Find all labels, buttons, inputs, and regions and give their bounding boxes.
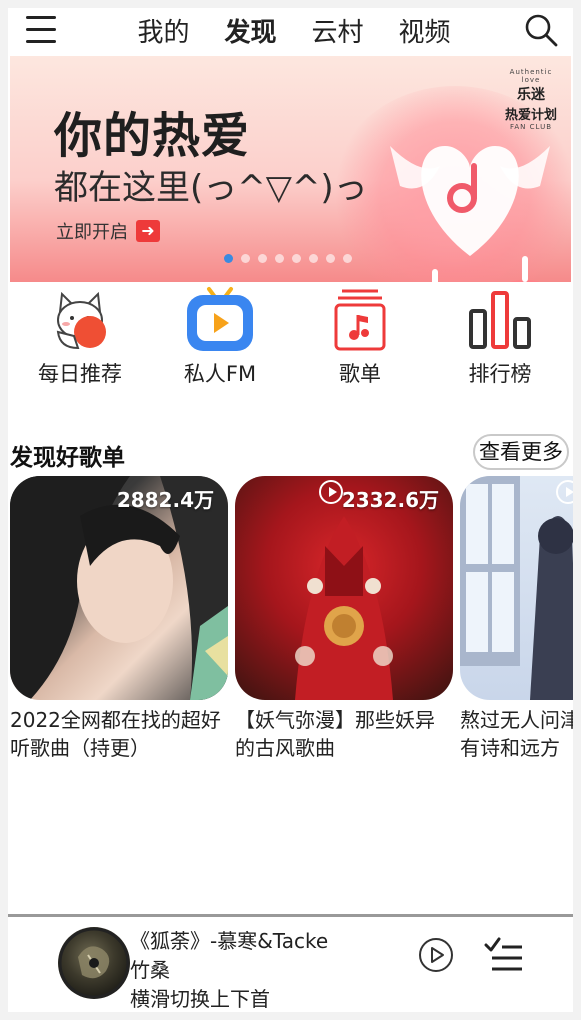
playlist-queue-icon[interactable] (484, 935, 524, 973)
shortcut-row: 每日推荐 私人FM 歌单 排行榜 (8, 284, 573, 394)
song-title: 《狐荼》-慕寒&Tacke竹桑 (130, 929, 329, 982)
pagination-dot[interactable] (343, 254, 352, 263)
shortcut-label: 私人FM (183, 362, 257, 386)
cover-art (460, 476, 573, 700)
logo-line1: 乐迷 (517, 87, 545, 103)
playlist-card[interactable]: 熬过无人问津的日子才有诗和远方 (460, 476, 573, 762)
top-bar: 我的 发现 云村 视频 (8, 8, 573, 56)
fan-club-logo: Authentic love 乐迷 热爱计划 FAN CLUB (503, 68, 559, 131)
promo-banner[interactable]: 你的热爱 都在这里(っ^▽^)っ 立即开启 ➜ Authentic love 乐… (10, 56, 571, 282)
arrow-right-icon: ➜ (136, 220, 160, 242)
app-screen: 我的 发现 云村 视频 你的热爱 都在这里(っ^▽^)っ 立即开启 ➜ Auth… (8, 8, 573, 1012)
playlist-card[interactable]: 2882.4万 2022全网都在找的超好听歌曲（持更） (10, 476, 228, 762)
shortcut-rank[interactable]: 排行榜 (430, 284, 570, 388)
shortcut-daily[interactable]: 每日推荐 (10, 284, 150, 388)
banner-cta-label: 立即开启 (56, 222, 128, 243)
pagination-dot[interactable] (292, 254, 301, 263)
shortcut-fm[interactable]: 私人FM (150, 284, 290, 388)
search-icon[interactable] (523, 12, 559, 48)
song-info: 《狐荼》-慕寒&Tacke竹桑 横滑切换上下首 (130, 927, 330, 1012)
banner-subtitle: 都在这里(っ^▽^)っ (54, 168, 368, 208)
tab-village[interactable]: 云村 (294, 16, 381, 50)
playlist-carousel[interactable]: 2882.4万 2022全网都在找的超好听歌曲（持更） 2332.6万 【妖气弥… (10, 476, 573, 776)
playlist-title: 【妖气弥漫】那些妖异的古风歌曲 (235, 708, 435, 760)
play-icon (556, 480, 573, 504)
top-tabs: 我的 发现 云村 视频 (120, 16, 468, 50)
playlist-title: 2022全网都在找的超好听歌曲（持更） (10, 708, 221, 760)
shortcut-playlist[interactable]: 歌单 (290, 284, 430, 388)
play-icon (319, 480, 343, 504)
playlist-cover[interactable]: 2332.6万 (235, 476, 453, 700)
play-count: 2882.4万 (116, 488, 214, 512)
shortcut-label: 排行榜 (468, 362, 532, 386)
logo-line2: 热爱计划 (504, 108, 557, 123)
tab-video[interactable]: 视频 (381, 16, 468, 50)
play-circle-icon[interactable] (418, 937, 454, 973)
pagination-dot[interactable] (258, 254, 267, 263)
album-disc[interactable] (58, 927, 130, 999)
logo-line3: FAN CLUB (510, 123, 552, 131)
logo-script: Authentic love (509, 68, 553, 84)
pagination-dot[interactable] (275, 254, 284, 263)
playlist-music-icon (290, 284, 430, 356)
banner-title: 你的热爱 (54, 108, 251, 164)
tab-mine[interactable]: 我的 (120, 16, 207, 50)
playlist-cover[interactable]: 2882.4万 (10, 476, 228, 700)
shortcut-label: 歌单 (339, 362, 381, 386)
playlist-cover[interactable] (460, 476, 573, 700)
view-more-button[interactable]: 查看更多 (473, 434, 569, 470)
playlist-card[interactable]: 2332.6万 【妖气弥漫】那些妖异的古风歌曲 (235, 476, 453, 762)
pagination-dot[interactable] (309, 254, 318, 263)
play-count: 2332.6万 (341, 488, 439, 512)
shortcut-label: 每日推荐 (38, 362, 122, 386)
swipe-hint: 横滑切换上下首 (130, 987, 270, 1011)
playlist-title: 熬过无人问津的日子才有诗和远方 (460, 708, 573, 760)
tab-discover[interactable]: 发现 (207, 16, 294, 50)
heart-note-icon (390, 146, 550, 282)
section-title: 发现好歌单 (10, 445, 125, 471)
lucky-cat-icon (10, 284, 150, 356)
radio-play-icon (150, 284, 290, 356)
banner-pagination (224, 254, 352, 263)
hamburger-menu-icon[interactable] (26, 16, 56, 44)
pagination-dot[interactable] (224, 254, 233, 263)
mini-player[interactable]: 《狐荼》-慕寒&Tacke竹桑 横滑切换上下首 (8, 914, 573, 1012)
pagination-dot[interactable] (241, 254, 250, 263)
ranking-bars-icon (430, 284, 570, 356)
banner-cta[interactable]: 立即开启 ➜ (56, 218, 160, 244)
pagination-dot[interactable] (326, 254, 335, 263)
album-art (58, 927, 130, 999)
